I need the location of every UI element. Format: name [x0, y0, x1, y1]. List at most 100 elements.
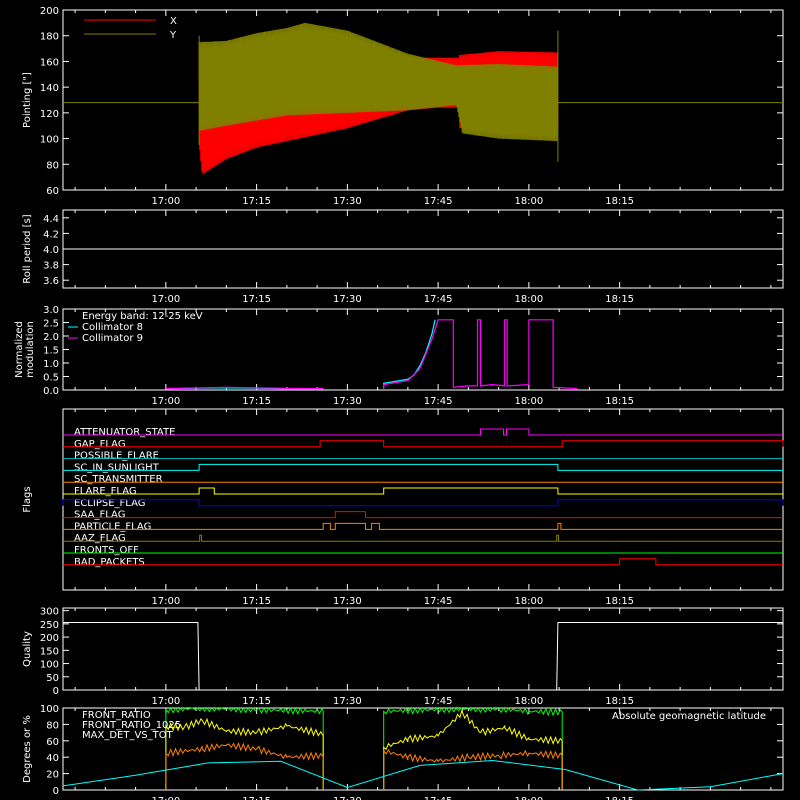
flag-label: SC_IN_SUNLIGHT [74, 462, 160, 473]
x-tick-label: 17:30 [333, 294, 362, 305]
flag-trace [63, 463, 783, 471]
flag-label: POSSIBLE_FLARE [74, 451, 159, 462]
flag-trace [63, 534, 783, 542]
y-axis-label: Flags [22, 486, 33, 512]
flag-label: BAD_PACKETS [74, 557, 145, 568]
plot-frame [62, 607, 784, 691]
x-tick-label: 17:15 [242, 596, 271, 607]
series-front-ratio-1025 [165, 706, 324, 790]
x-tick-label: 17:15 [242, 294, 271, 305]
y-tick-label: 20 [46, 770, 59, 781]
x-tick-label: 18:00 [514, 796, 543, 800]
y-tick-label: 250 [40, 620, 59, 631]
y-tick-label: 4.2 [43, 229, 59, 240]
y-tick-label: 0 [53, 786, 59, 797]
y-tick-label: 40 [46, 753, 59, 764]
x-tick-label: 17:00 [151, 396, 180, 407]
series-max-det-vs-tot [165, 742, 324, 790]
flag-trace [62, 499, 784, 507]
y-tick-label: 160 [40, 57, 59, 68]
x-tick-label: 18:15 [605, 596, 634, 607]
y-axis-label: Pointing ["] [22, 72, 33, 128]
y-axis-label: Degrees or % [22, 715, 33, 783]
panel-flags: 17:00 17:15 17:30 17:45 18:00 18:15 Flags ATTEN… [22, 408, 784, 607]
flag-label: GAP_FLAG [74, 439, 126, 450]
flag-label: FRONTS_OFF [74, 545, 139, 556]
series-front-ratio [165, 717, 324, 790]
y-tick-label: 60 [46, 186, 59, 197]
panel-modulation: 17:00 17:15 17:30 17:45 18:00 18:15 0.0 0.5 1.0 1… [14, 305, 784, 407]
y-tick-label: 3.8 [43, 261, 59, 272]
x-tick-label: 18:15 [605, 196, 634, 207]
flag-label: FLARE_FLAG [74, 486, 137, 497]
y-tick-label: 120 [40, 109, 59, 120]
series-front-ratio-1025 [383, 706, 563, 790]
series-collimator-9 [383, 319, 578, 390]
legend-label: Y [169, 30, 177, 41]
flag-label: SC_TRANSMITTER [74, 474, 163, 485]
x-tick-label: 18:15 [605, 696, 634, 707]
x-tick-label: 17:15 [242, 796, 271, 800]
x-tick-label: 17:30 [333, 196, 362, 207]
y-tick-label: 1.5 [43, 346, 59, 357]
panel-pointing: 17:00 17:15 17:30 17:45 18:00 18:15 60 80 100 120… [22, 6, 784, 207]
y-tick-label: 180 [40, 32, 59, 43]
y-tick-label: 100 [40, 704, 59, 715]
x-tick-label: 18:00 [514, 596, 543, 607]
x-tick-label: 17:00 [151, 696, 180, 707]
panel-roll-period: 17:00 17:15 17:30 17:45 18:00 18:15 3.6 3.8 4.0 4… [22, 209, 784, 305]
flag-label: SAA_FLAG [74, 510, 125, 521]
y-tick-label: 100 [40, 135, 59, 146]
x-tick-label: 17:45 [424, 796, 453, 800]
y-tick-label: 0.0 [43, 386, 59, 397]
series-absolute-geomagnetic-latitude [62, 759, 784, 791]
y-tick-label: 3.0 [43, 305, 59, 316]
x-tick-label: 17:45 [424, 196, 453, 207]
x-tick-label: 17:45 [424, 696, 453, 707]
y-tick-label: 150 [40, 646, 59, 657]
x-tick-label: 18:00 [514, 294, 543, 305]
legend-label: Collimator 9 [82, 333, 143, 344]
x-tick-label: 17:30 [333, 396, 362, 407]
legend-label: Energy band: 12-25 keV [82, 311, 203, 322]
x-tick-label: 17:30 [333, 596, 362, 607]
x-tick-label: 17:15 [242, 196, 271, 207]
y-tick-label: 140 [40, 83, 59, 94]
x-tick-label: 17:45 [424, 396, 453, 407]
y-tick-label: 200 [40, 633, 59, 644]
x-tick-label: 18:00 [514, 196, 543, 207]
flag-trace [63, 440, 784, 448]
x-tick-label: 17:00 [151, 796, 180, 800]
x-tick-label: 17:15 [242, 396, 271, 407]
quicklook-chart-stack: 17:00 17:15 17:30 17:45 18:00 18:15 60 80 100 120… [14, 6, 784, 800]
y-tick-label: 1.0 [43, 359, 59, 370]
y-tick-label: 200 [40, 6, 59, 17]
y-tick-label: 100 [40, 660, 59, 671]
annotation-label: Absolute geomagnetic latitude [612, 711, 766, 722]
y-tick-label: 2.5 [43, 319, 59, 330]
series-max-det-vs-tot [383, 748, 563, 790]
y-tick-label: 4.4 [43, 214, 59, 225]
flag-label: PARTICLE_FLAG [74, 521, 151, 532]
x-tick-label: 17:45 [424, 596, 453, 607]
x-tick-label: 18:15 [605, 796, 634, 800]
y-axis-label: Quality [22, 631, 33, 667]
y-tick-label: 4.0 [43, 245, 59, 256]
flag-trace [63, 487, 783, 495]
y-tick-label: 50 [46, 673, 59, 684]
legend-label: Collimator 8 [82, 322, 143, 333]
flag-trace [63, 558, 783, 566]
y-tick-label: 2.0 [43, 332, 59, 343]
y-tick-label: 300 [40, 607, 59, 618]
series-front-ratio [383, 708, 563, 790]
flag-label: ATTENUATOR_STATE [74, 427, 175, 438]
x-tick-label: 18:00 [514, 696, 543, 707]
x-tick-label: 17:00 [151, 294, 180, 305]
panel-quality: 17:00 17:15 17:30 17:45 18:00 18:15 0 50 100 150 2… [22, 607, 784, 707]
y-tick-label: 3.6 [43, 276, 59, 287]
flag-label: AAZ_FLAG [74, 533, 126, 544]
x-tick-label: 17:15 [242, 696, 271, 707]
x-tick-label: 17:00 [151, 196, 180, 207]
y-tick-label: 60 [46, 737, 59, 748]
x-tick-label: 17:45 [424, 294, 453, 305]
